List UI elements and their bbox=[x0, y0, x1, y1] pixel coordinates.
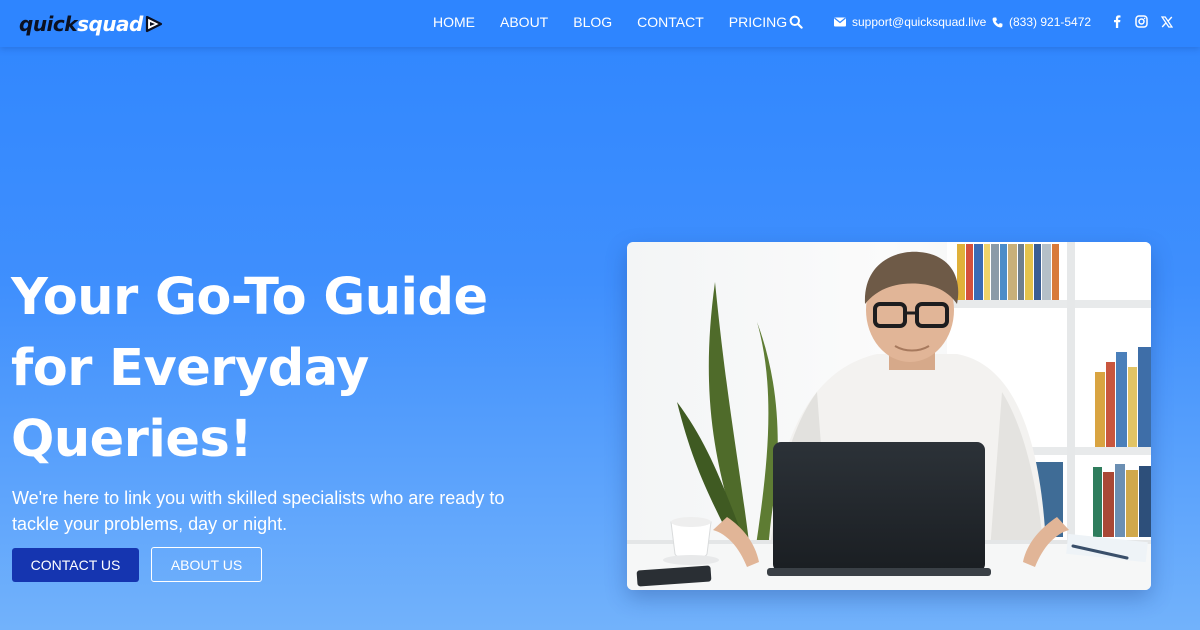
nav-about-link[interactable]: ABOUT bbox=[500, 14, 548, 30]
instagram-icon[interactable] bbox=[1135, 15, 1148, 28]
nav-contact-link[interactable]: CONTACT bbox=[637, 14, 704, 30]
play-arrow-icon bbox=[145, 15, 162, 33]
logo-text-quick: quick bbox=[19, 12, 78, 36]
hero-subtitle-line-2: tackle your problems, day or night. bbox=[12, 514, 288, 534]
facebook-icon[interactable] bbox=[1110, 15, 1123, 28]
hero-subtitle: We're here to link you with skilled spec… bbox=[12, 485, 552, 537]
support-email-link[interactable]: support@quicksquad.live bbox=[834, 15, 986, 29]
main-nav: HOME ABOUT BLOG CONTACT PRICING bbox=[433, 14, 787, 30]
search-icon[interactable] bbox=[789, 15, 803, 29]
support-phone-link[interactable]: (833) 921-5472 bbox=[992, 15, 1091, 29]
hero-title: Your Go-To Guide for Everyday Queries! bbox=[11, 262, 571, 475]
man-using-laptop-photo bbox=[627, 242, 1151, 590]
envelope-icon bbox=[834, 17, 846, 27]
hero-subtitle-line-1: We're here to link you with skilled spec… bbox=[12, 488, 505, 508]
hero-title-line-3: Queries! bbox=[11, 410, 253, 469]
hero-title-line-2: for Everyday bbox=[11, 339, 369, 398]
brand-logo[interactable]: quick squad bbox=[19, 11, 163, 37]
hero-title-line-1: Your Go-To Guide bbox=[11, 268, 488, 327]
logo-text-squad: squad bbox=[77, 12, 143, 36]
support-phone-text: (833) 921-5472 bbox=[1009, 15, 1092, 29]
nav-blog-link[interactable]: BLOG bbox=[573, 14, 612, 30]
nav-home-link[interactable]: HOME bbox=[433, 14, 475, 30]
social-links bbox=[1110, 15, 1173, 28]
phone-icon bbox=[992, 17, 1003, 27]
top-navbar: quick squad HOME ABOUT BLOG CONTACT PRICI… bbox=[0, 0, 1200, 47]
contact-us-button[interactable]: CONTACT US bbox=[12, 548, 139, 582]
about-us-button[interactable]: ABOUT US bbox=[151, 547, 262, 582]
nav-pricing-link[interactable]: PRICING bbox=[729, 14, 787, 30]
support-email-text: support@quicksquad.live bbox=[852, 15, 987, 29]
x-icon[interactable] bbox=[1160, 15, 1173, 28]
